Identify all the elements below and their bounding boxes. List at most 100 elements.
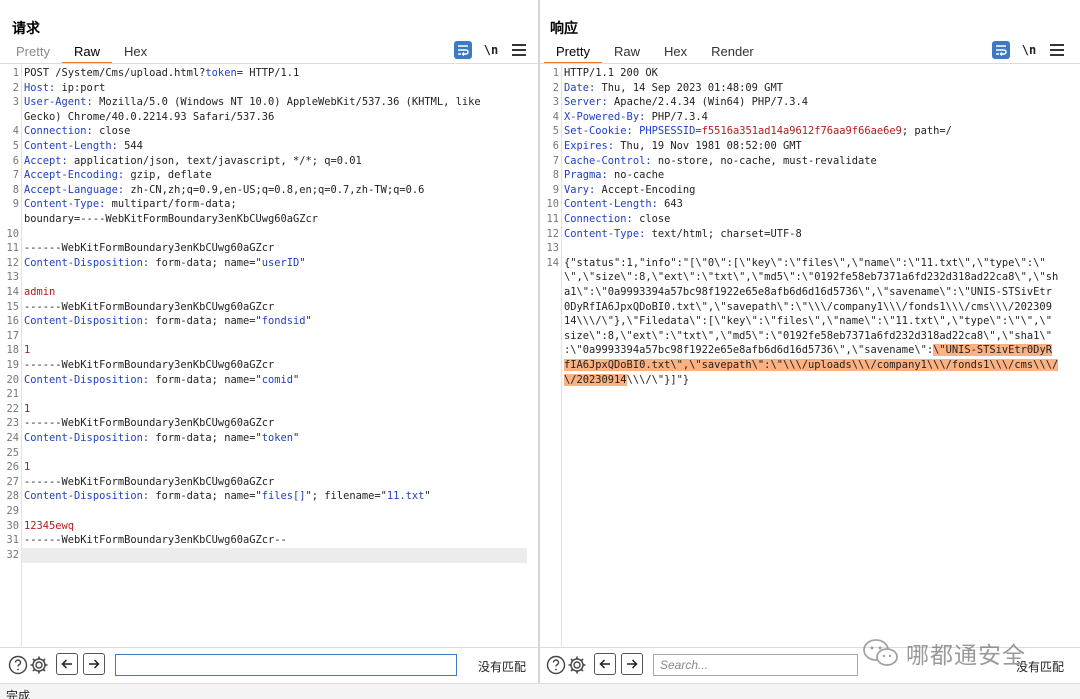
code-text: admin — [24, 286, 56, 298]
line-number: 4 — [552, 110, 559, 123]
code-text: fIA6JpxQDoBI0.txt\",\"savepath\":\"\\\/u… — [564, 359, 1059, 371]
request-tabs: Pretty Raw Hex — [4, 42, 159, 64]
code-text: ------WebKitFormBoundary3enKbCUwg60aGZcr — [24, 417, 275, 430]
line-number: 23 — [6, 417, 19, 430]
help-icon[interactable] — [545, 654, 567, 676]
code-text: ------WebKitFormBoundary3enKbCUwg60aGZcr — [24, 359, 275, 371]
line-number: 19 — [6, 359, 19, 371]
code-text: 12345ewq — [24, 519, 75, 532]
show-newlines-button[interactable]: \n — [482, 43, 500, 57]
line-number: 13 — [6, 271, 19, 284]
request-editor[interactable]: 1 POST /System/Cms/upload.html?token= HTT… — [0, 65, 538, 646]
line-number: 9 — [12, 198, 19, 211]
wechat-logo-icon — [863, 639, 898, 666]
code-text: Accept-Language: zh-CN,zh;q=0.9,en-US;q=… — [24, 183, 425, 196]
line-number: 9 — [552, 183, 559, 196]
code-text: Server: Apache/2.4.34 (Win64) PHP/7.3.4 — [564, 96, 808, 109]
code-text: 1 — [24, 461, 31, 474]
line-number: 31 — [6, 534, 19, 547]
line-number: 18 — [6, 344, 19, 357]
response-editor[interactable]: 1 HTTP/1.1 200 OK 2 Date: Thu, 14 Sep 2023 … — [540, 65, 1080, 646]
response-search-input[interactable] — [653, 654, 858, 676]
line-number: 15 — [6, 300, 19, 313]
code-text: 0DyRfIA6JpxQDoBI0.txt\",\"savepath\":\"\… — [564, 300, 1052, 313]
line-number: 6 — [552, 140, 559, 152]
line-number: 14 — [546, 256, 559, 269]
line-number: 14 — [6, 286, 19, 298]
code-text: POST /System/Cms/upload.html?token= HTTP… — [24, 67, 300, 79]
line-number: 1 — [12, 67, 19, 79]
request-title: 请求 — [12, 20, 40, 36]
next-match-button[interactable] — [83, 653, 105, 675]
request-search-input[interactable] — [115, 654, 457, 676]
request-panel: 请求 Pretty Raw Hex \n 1 POST /System/Cms/u… — [0, 0, 538, 699]
line-number: 1 — [552, 67, 559, 79]
show-newlines-button[interactable]: \n — [1020, 43, 1038, 57]
code-text: Pragma: no-cache — [564, 169, 665, 182]
word-wrap-icon[interactable] — [992, 41, 1010, 59]
line-number: 11 — [546, 213, 559, 225]
line-number: 16 — [6, 315, 19, 328]
line-number: 21 — [6, 388, 19, 401]
code-text: ------WebKitFormBoundary3enKbCUwg60aGZcr… — [24, 534, 287, 547]
code-text: Accept-Encoding: gzip, deflate — [24, 169, 212, 182]
previous-match-button[interactable] — [56, 653, 78, 675]
code-text: {"status":1,"info":"[\"0\":[\"key\":\"fi… — [564, 256, 1046, 269]
next-match-button[interactable] — [621, 653, 643, 675]
code-text: Accept: application/json, text/javascrip… — [24, 154, 362, 167]
menu-icon[interactable] — [1048, 41, 1066, 59]
line-number: 12 — [6, 256, 19, 269]
line-number: 22 — [6, 402, 19, 415]
code-text: ------WebKitFormBoundary3enKbCUwg60aGZcr — [24, 475, 275, 488]
line-number: 17 — [6, 329, 19, 342]
code-text: Expires: Thu, 19 Nov 1981 08:52:00 GMT — [564, 140, 802, 152]
tab-hex[interactable]: Hex — [652, 42, 699, 64]
status-text: 完成 — [6, 689, 31, 699]
previous-match-button[interactable] — [594, 653, 616, 675]
watermark: 哪都通安全 — [862, 636, 1026, 670]
code-text: Connection: close — [564, 213, 671, 225]
code-text: Date: Thu, 14 Sep 2023 01:48:09 GMT — [564, 81, 783, 94]
code-text: Content-Length: 544 — [24, 140, 143, 152]
current-line-highlight — [22, 547, 527, 563]
code-text: ------WebKitFormBoundary3enKbCUwg60aGZcr — [24, 300, 275, 313]
code-text: Set-Cookie: PHPSESSID=f5516a351ad14a9612… — [564, 125, 952, 138]
line-number: 24 — [6, 432, 19, 444]
code-text: Content-Length: 643 — [564, 198, 683, 211]
line-number: 7 — [12, 169, 19, 182]
word-wrap-icon[interactable] — [454, 41, 472, 59]
code-text: User-Agent: Mozilla/5.0 (Windows NT 10.0… — [24, 96, 481, 109]
status-bar: 完成 — [0, 683, 1080, 699]
code-text: \",\"size\":8,\"ext\":\"txt\",\"md5\":\"… — [564, 271, 1059, 284]
tab-pretty[interactable]: Pretty — [544, 42, 602, 64]
tab-pretty[interactable]: Pretty — [4, 42, 62, 64]
tab-hex[interactable]: Hex — [112, 42, 159, 64]
request-no-match-label: 没有匹配 — [478, 660, 527, 674]
code-text: Content-Disposition: form-data; name="us… — [24, 256, 306, 269]
tab-raw[interactable]: Raw — [61, 42, 112, 64]
watermark-text: 哪都通安全 — [906, 643, 1026, 669]
settings-gear-icon[interactable] — [566, 654, 588, 676]
line-number: 20 — [6, 373, 19, 386]
help-icon[interactable] — [7, 654, 29, 676]
code-text: :\"0a9993394a57bc98f1922e65e8afb6d6d16d5… — [564, 344, 1052, 357]
line-number: 2 — [12, 81, 19, 94]
line-number: 7 — [552, 154, 559, 167]
code-text: HTTP/1.1 200 OK — [564, 67, 658, 79]
line-number: 12 — [546, 227, 559, 240]
tab-raw[interactable]: Raw — [602, 42, 652, 64]
code-text: Content-Disposition: form-data; name="co… — [24, 373, 300, 386]
code-text: 14\\\/\"},\"Filedata\":[\"key\":\"files\… — [564, 315, 1052, 328]
code-text: Vary: Accept-Encoding — [564, 183, 696, 196]
code-text: Content-Type: multipart/form-data; — [24, 198, 237, 211]
code-text: \/20230914\\\/\"}]"} — [564, 373, 690, 386]
response-title: 响应 — [550, 20, 578, 36]
code-text: Content-Disposition: form-data; name="fo… — [24, 315, 312, 328]
settings-gear-icon[interactable] — [28, 654, 50, 676]
tab-render[interactable]: Render — [699, 42, 766, 64]
line-number: 3 — [12, 96, 19, 109]
menu-icon[interactable] — [510, 41, 528, 59]
code-text: 1 — [24, 344, 31, 357]
line-number: 28 — [6, 490, 19, 503]
line-number: 32 — [6, 548, 19, 561]
